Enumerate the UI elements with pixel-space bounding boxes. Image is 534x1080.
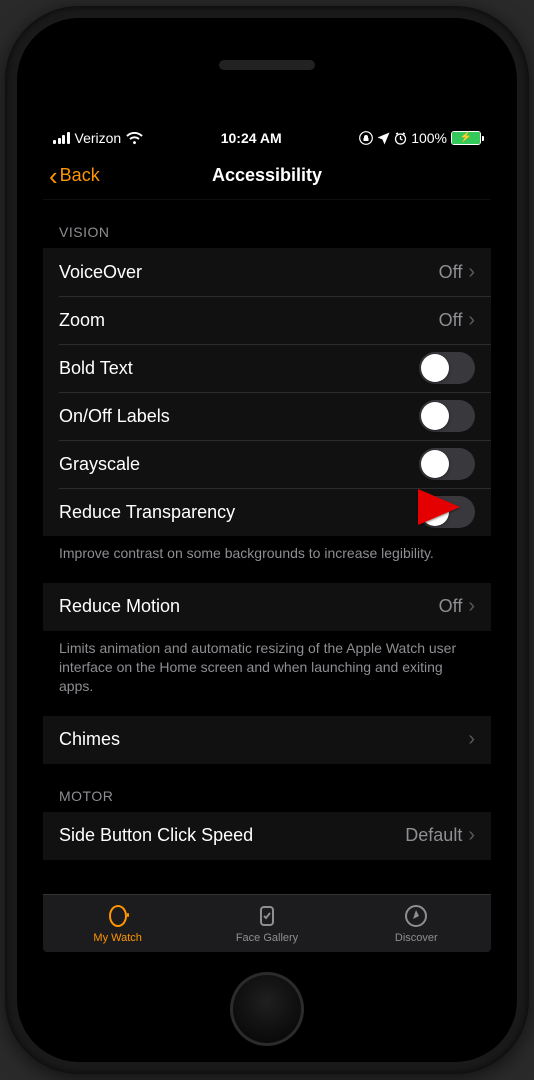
chevron-left-icon: ‹	[49, 163, 58, 189]
row-label: Bold Text	[59, 358, 419, 379]
toggle-bold-text[interactable]	[419, 352, 475, 384]
back-button[interactable]: ‹ Back	[49, 163, 100, 189]
signal-icon	[53, 132, 70, 144]
row-value: Default	[405, 825, 462, 846]
chevron-right-icon: ›	[468, 824, 475, 847]
tab-label: Discover	[395, 932, 438, 944]
location-icon	[377, 132, 390, 145]
row-reduce-transparency[interactable]: Reduce Transparency	[43, 488, 491, 536]
row-chimes[interactable]: Chimes ›	[43, 716, 491, 764]
tab-discover[interactable]: Discover	[342, 895, 491, 952]
wifi-icon	[126, 132, 143, 145]
home-button[interactable]	[230, 972, 304, 1046]
row-label: Chimes	[59, 729, 468, 750]
battery-percent: 100%	[411, 130, 447, 146]
row-bold-text[interactable]: Bold Text	[43, 344, 491, 392]
chevron-right-icon: ›	[468, 728, 475, 751]
tab-bar: My Watch Face Gallery Discover	[43, 894, 491, 952]
row-onoff-labels[interactable]: On/Off Labels	[43, 392, 491, 440]
section-header-motor: MOTOR	[43, 764, 491, 812]
row-reduce-motion[interactable]: Reduce Motion Off ›	[43, 583, 491, 631]
row-label: Zoom	[59, 310, 439, 331]
phone-speaker	[219, 60, 315, 70]
row-value: Off	[439, 262, 463, 283]
row-label: Side Button Click Speed	[59, 825, 405, 846]
phone-bezel: Verizon 10:24 AM 100% ⚡ ‹	[17, 18, 517, 1062]
orientation-lock-icon	[359, 131, 373, 145]
chevron-right-icon: ›	[468, 261, 475, 284]
page-title: Accessibility	[212, 165, 322, 186]
row-label: Reduce Transparency	[59, 502, 419, 523]
tab-my-watch[interactable]: My Watch	[43, 895, 192, 952]
chevron-right-icon: ›	[468, 595, 475, 618]
section-header-vision: VISION	[43, 200, 491, 248]
toggle-reduce-transparency[interactable]	[419, 496, 475, 528]
row-grayscale[interactable]: Grayscale	[43, 440, 491, 488]
battery-icon: ⚡	[451, 131, 481, 145]
compass-icon	[403, 903, 429, 929]
tab-label: My Watch	[93, 932, 142, 944]
status-bar: Verizon 10:24 AM 100% ⚡	[43, 124, 491, 152]
row-label: Grayscale	[59, 454, 419, 475]
nav-bar: ‹ Back Accessibility	[43, 152, 491, 200]
toggle-grayscale[interactable]	[419, 448, 475, 480]
carrier-label: Verizon	[75, 130, 122, 146]
section-footer-vision: Improve contrast on some backgrounds to …	[43, 536, 491, 583]
watch-icon	[105, 903, 131, 929]
row-zoom[interactable]: Zoom Off ›	[43, 296, 491, 344]
row-value: Off	[439, 596, 463, 617]
clock: 10:24 AM	[221, 130, 282, 146]
face-gallery-icon	[254, 903, 280, 929]
row-voiceover[interactable]: VoiceOver Off ›	[43, 248, 491, 296]
section-footer-motion: Limits animation and automatic resizing …	[43, 631, 491, 716]
chevron-right-icon: ›	[468, 309, 475, 332]
row-label: On/Off Labels	[59, 406, 419, 427]
row-value: Off	[439, 310, 463, 331]
alarm-icon	[394, 132, 407, 145]
screen: Verizon 10:24 AM 100% ⚡ ‹	[43, 124, 491, 952]
phone-frame: Verizon 10:24 AM 100% ⚡ ‹	[5, 6, 529, 1074]
row-side-button-speed[interactable]: Side Button Click Speed Default ›	[43, 812, 491, 860]
row-label: VoiceOver	[59, 262, 439, 283]
back-label: Back	[60, 165, 100, 186]
toggle-onoff-labels[interactable]	[419, 400, 475, 432]
settings-list[interactable]: VISION VoiceOver Off › Zoom Off › Bold T…	[43, 200, 491, 894]
tab-label: Face Gallery	[236, 932, 298, 944]
tab-face-gallery[interactable]: Face Gallery	[192, 895, 341, 952]
row-label: Reduce Motion	[59, 596, 439, 617]
